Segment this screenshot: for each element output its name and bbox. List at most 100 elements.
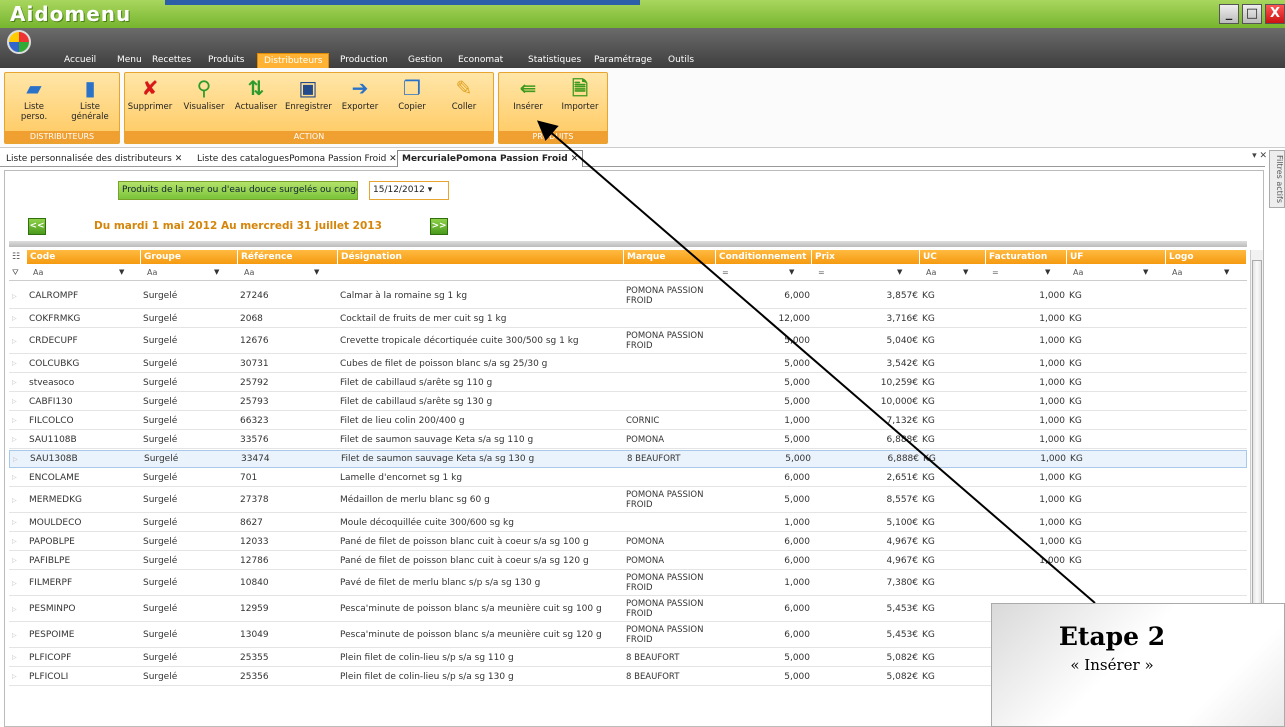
tab-menu-icon[interactable]: ▾ ✕ — [1252, 151, 1267, 161]
col-prix[interactable]: Prix — [812, 250, 920, 264]
menu-outils[interactable]: Outils — [662, 53, 700, 68]
menu-menu[interactable]: Menu — [111, 53, 148, 68]
table-row[interactable]: ▷ COLCUBKG Surgelé 30731 Cubes de filet de p… — [9, 355, 1247, 373]
cell-ref: 25793 — [240, 396, 269, 407]
filter-reference[interactable]: Aa — [244, 268, 254, 277]
group-title: ACTION — [125, 131, 493, 143]
close-tab-icon[interactable]: ✕ — [571, 154, 579, 164]
table-row[interactable]: ▷ FILMERPF Surgelé 10840 Pavé de filet de me… — [9, 571, 1247, 596]
col-groupe[interactable]: Groupe — [141, 250, 238, 264]
col-marque[interactable]: Marque — [624, 250, 716, 264]
row-indicator-icon: ▷ — [12, 379, 17, 386]
menu-accueil[interactable]: Accueil — [58, 53, 102, 68]
close-tab-icon[interactable]: ✕ — [389, 154, 397, 164]
liste-perso-button[interactable]: ▰ Liste perso. — [11, 77, 57, 122]
chevron-down-icon[interactable]: ▼ — [314, 268, 319, 276]
inserer-button[interactable]: ⇚ Insérer — [505, 77, 551, 112]
chevron-down-icon[interactable]: ▼ — [897, 268, 902, 276]
chevron-down-icon[interactable]: ▼ — [1224, 268, 1229, 276]
supprimer-button[interactable]: ✘ Supprimer — [127, 77, 173, 112]
cell-uc: KG — [922, 358, 935, 369]
menu-distributeurs[interactable]: Distributeurs — [257, 53, 330, 68]
filter-prix[interactable]: = — [818, 268, 825, 277]
filter-groupe[interactable]: Aa — [147, 268, 157, 277]
chevron-down-icon[interactable]: ▼ — [963, 268, 968, 276]
table-row[interactable]: ▷ stveasoco Surgelé 25792 Filet de cabillaud… — [9, 374, 1247, 392]
cell-fact: 1,000 — [1039, 396, 1065, 407]
table-row[interactable]: ▷ CABFI130 Surgelé 25793 Filet de cabillaud … — [9, 393, 1247, 411]
chevron-down-icon[interactable]: ▼ — [1143, 268, 1148, 276]
cell-groupe: Surgelé — [143, 671, 178, 682]
col-reference[interactable]: Référence — [238, 250, 338, 264]
col-uc[interactable]: UC — [920, 250, 986, 264]
menu-parametrage[interactable]: Paramétrage — [588, 53, 658, 68]
table-row[interactable]: ▷ PAFIBLPE Surgelé 12786 Pané de filet de po… — [9, 552, 1247, 570]
filter-code[interactable]: Aa — [33, 268, 43, 277]
table-row[interactable]: ▷ MERMEDKG Surgelé 27378 Médaillon de merlu … — [9, 488, 1247, 513]
tab-liste-perso[interactable]: Liste personnalisée des distributeurs ✕ — [6, 152, 182, 166]
minimize-button[interactable]: _ — [1219, 4, 1239, 24]
col-logo[interactable]: Logo — [1166, 250, 1247, 264]
close-button[interactable]: X — [1265, 4, 1285, 24]
next-period-button[interactable]: >> — [430, 218, 448, 235]
table-row[interactable]: ▷ CALROMPF Surgelé 27246 Calmar à la romaine… — [9, 284, 1247, 309]
cell-desig: Pavé de filet de merlu blanc s/p s/a sg … — [340, 578, 541, 588]
chevron-down-icon[interactable]: ▼ — [214, 268, 219, 276]
table-row[interactable]: ▷ CRDECUPF Surgelé 12676 Crevette tropicale … — [9, 329, 1247, 354]
menu-statistiques[interactable]: Statistiques — [522, 53, 587, 68]
filter-uf[interactable]: Aa — [1073, 268, 1083, 277]
col-designation[interactable]: Désignation — [338, 250, 624, 264]
menu-produits[interactable]: Produits — [202, 53, 250, 68]
cell-uc: KG — [922, 472, 935, 483]
copier-button[interactable]: ❐ Copier — [389, 77, 435, 112]
importer-button[interactable]: 🗎 Importer — [557, 77, 603, 112]
table-row[interactable]: ▷ ENCOLAME Surgelé 701 Lamelle d'encornet sg… — [9, 469, 1247, 487]
filter-funnel-icon[interactable]: ⛛ — [12, 268, 19, 278]
menu-production[interactable]: Production — [334, 53, 394, 68]
col-code[interactable]: Code — [27, 250, 141, 264]
filter-logo[interactable]: Aa — [1172, 268, 1182, 277]
table-row[interactable]: ▷ COKFRMKG Surgelé 2068 Cocktail de fruits d… — [9, 310, 1247, 328]
chevron-down-icon[interactable]: ▼ — [789, 268, 794, 276]
menu-economat[interactable]: Economat — [452, 53, 509, 68]
table-row[interactable]: ▷ SAU1108B Surgelé 33576 Filet de saumon sau… — [9, 431, 1247, 449]
cell-cond: 5,000 — [784, 396, 810, 407]
date-select[interactable]: 15/12/2012 ▾ — [369, 181, 449, 200]
cell-desig: Filet de cabillaud s/arête sg 130 g — [340, 396, 493, 407]
filter-conditionnement[interactable]: = — [722, 268, 729, 277]
filter-uc[interactable]: Aa — [926, 268, 936, 277]
filter-facturation[interactable]: = — [992, 268, 999, 277]
filtres-actifs-panel[interactable]: Filtres actifs — [1269, 150, 1285, 208]
column-chooser-icon[interactable]: ☷ — [9, 250, 25, 264]
app-logo-icon[interactable] — [7, 30, 31, 54]
actualiser-button[interactable]: ⇅ Actualiser — [233, 77, 279, 112]
col-uf[interactable]: UF — [1067, 250, 1166, 264]
table-row[interactable]: ▷ MOULDECO Surgelé 8627 Moule décoquillée cu… — [9, 514, 1247, 532]
menu-recettes[interactable]: Recettes — [146, 53, 197, 68]
coller-button[interactable]: ✎ Coller — [441, 77, 487, 112]
table-row[interactable]: ▷ SAU1308B Surgelé 33474 Filet de saumon sau… — [9, 450, 1247, 468]
visualiser-button[interactable]: ⚲ Visualiser — [181, 77, 227, 112]
liste-generale-button[interactable]: ▮ Liste générale — [67, 77, 113, 122]
cell-desig: Calmar à la romaine sg 1 kg — [340, 291, 468, 301]
tab-mercuriale[interactable]: MercurialePomona Passion Froid ✕ — [397, 150, 584, 167]
maximize-button[interactable]: □ — [1242, 4, 1262, 24]
col-conditionnement[interactable]: Conditionnement — [716, 250, 812, 264]
chevron-down-icon[interactable]: ▼ — [1045, 268, 1050, 276]
cell-ref: 66323 — [240, 415, 269, 426]
splitter[interactable] — [9, 241, 1247, 247]
cell-uc: KG — [922, 630, 935, 640]
previous-period-button[interactable]: << — [28, 218, 46, 235]
enregistrer-button[interactable]: ▣ Enregistrer — [285, 77, 332, 112]
table-row[interactable]: ▷ FILCOLCO Surgelé 66323 Filet de lieu colin… — [9, 412, 1247, 430]
tab-liste-catalogues[interactable]: Liste des cataloguesPomona Passion Froid… — [197, 152, 397, 166]
col-facturation[interactable]: Facturation — [986, 250, 1067, 264]
menu-gestion[interactable]: Gestion — [402, 53, 448, 68]
exporter-button[interactable]: ➔ Exporter — [337, 77, 383, 112]
chevron-down-icon[interactable]: ▼ — [119, 268, 124, 276]
category-select[interactable]: Produits de la mer ou d'eau douce surgel… — [118, 181, 358, 200]
table-row[interactable]: ▷ PAPOBLPE Surgelé 12033 Pané de filet de po… — [9, 533, 1247, 551]
close-tab-icon[interactable]: ✕ — [175, 154, 183, 164]
scrollbar-thumb[interactable] — [1252, 260, 1262, 640]
callout-title: Etape 2 — [1058, 622, 1166, 651]
